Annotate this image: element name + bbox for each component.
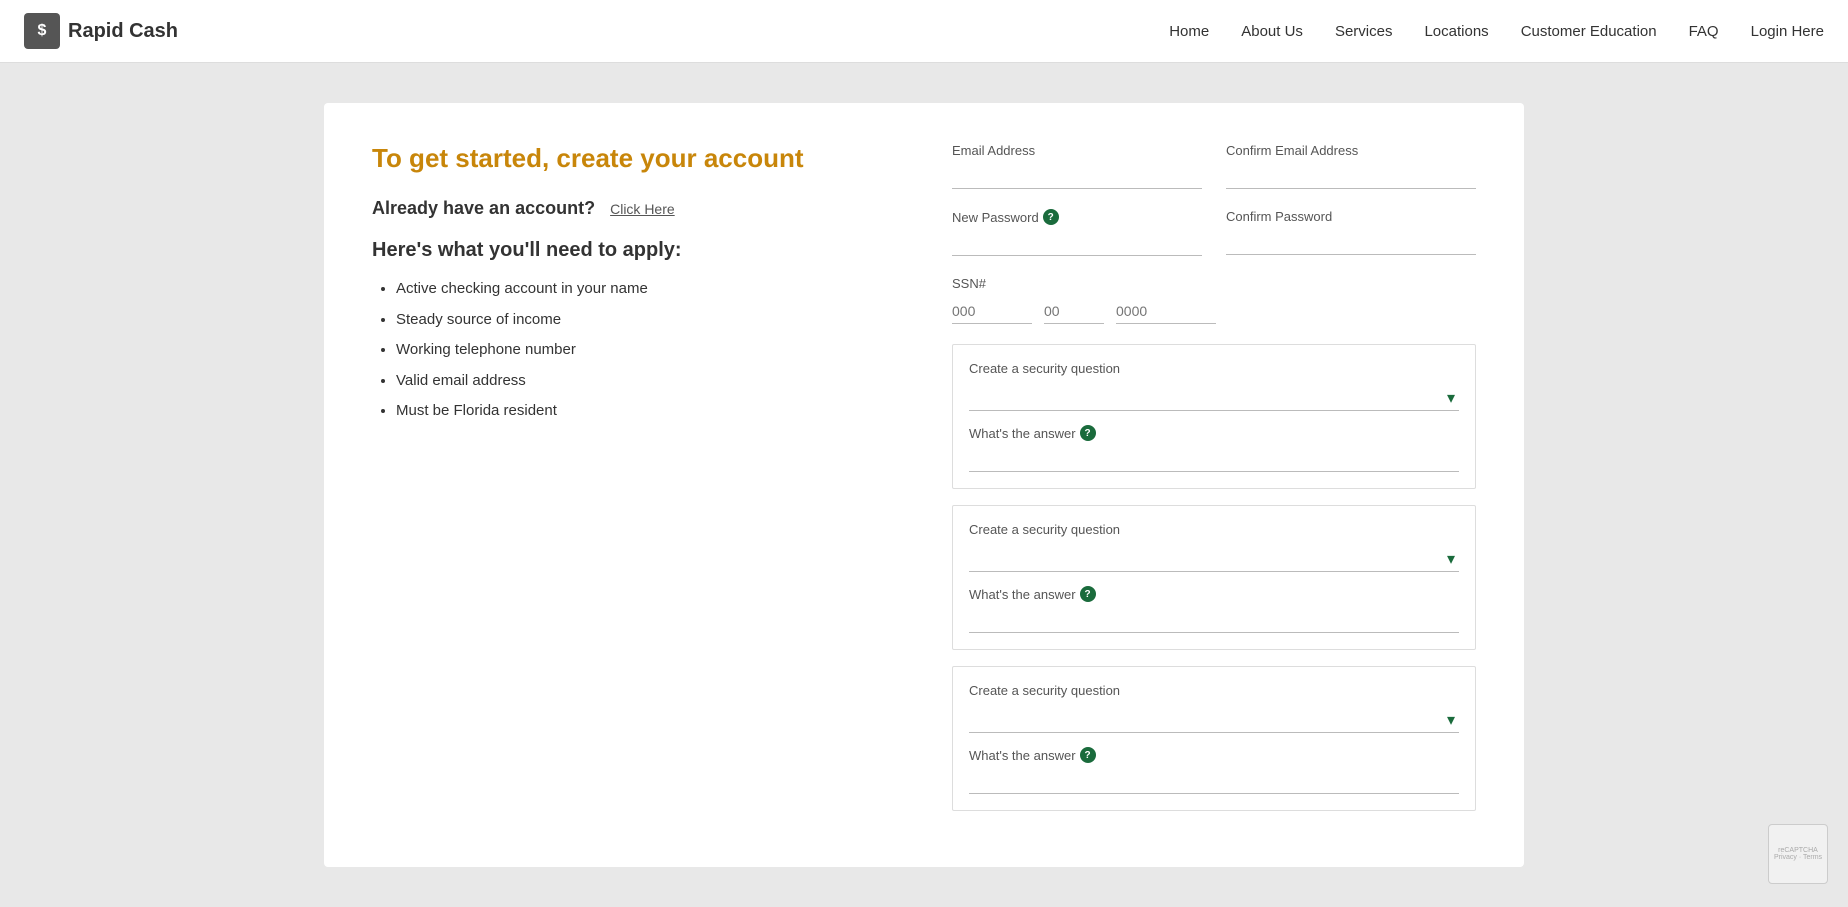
security-block-2: Create a security question What is your … [952,505,1476,650]
requirement-2: Steady source of income [396,309,892,332]
nav-faq[interactable]: FAQ [1689,23,1719,40]
new-password-input[interactable] [952,231,1202,256]
password-row: New Password ? Confirm Password [952,209,1476,256]
answer-input-1[interactable] [969,447,1459,472]
requirement-5: Must be Florida resident [396,400,892,423]
security-select-wrapper-2: What is your mother's maiden name? What … [969,547,1459,572]
security-question-label-2: Create a security question [969,522,1459,537]
confirm-email-group: Confirm Email Address [1226,143,1476,189]
answer-help-icon-1[interactable]: ? [1080,425,1096,441]
security-select-wrapper-3: What is your mother's maiden name? What … [969,708,1459,733]
nav-customer-education[interactable]: Customer Education [1521,23,1657,40]
ssn-inputs [952,299,1476,324]
requirement-1: Active checking account in your name [396,278,892,301]
security-question-label-1: Create a security question [969,361,1459,376]
answer-label-2: What's the answer ? [969,586,1459,602]
right-panel: Email Address Confirm Email Address New … [952,143,1476,827]
security-question-select-2[interactable]: What is your mother's maiden name? What … [969,547,1459,571]
ssn-section: SSN# [952,276,1476,324]
main-content: To get started, create your account Alre… [0,63,1848,907]
ssn-part1-input[interactable] [952,299,1032,324]
logo-text: Rapid Cash [68,20,178,43]
security-block-1: Create a security question What is your … [952,344,1476,489]
answer-label-3: What's the answer ? [969,747,1459,763]
security-block-3: Create a security question What is your … [952,666,1476,811]
ssn-label: SSN# [952,276,1476,291]
security-select-wrapper-1: What is your mother's maiden name? What … [969,386,1459,411]
new-password-group: New Password ? [952,209,1202,256]
confirm-email-label: Confirm Email Address [1226,143,1476,158]
logo-icon: $ [24,13,60,49]
need-label: Here's what you'll need to apply: [372,239,892,262]
nav-services[interactable]: Services [1335,23,1393,40]
logo-area: $ Rapid Cash [24,13,178,49]
page-title: To get started, create your account [372,143,892,174]
answer-input-2[interactable] [969,608,1459,633]
nav-home[interactable]: Home [1169,23,1209,40]
header: $ Rapid Cash Home About Us Services Loca… [0,0,1848,63]
answer-group-2: What's the answer ? [969,586,1459,633]
answer-label-1: What's the answer ? [969,425,1459,441]
answer-group-3: What's the answer ? [969,747,1459,794]
click-here-link[interactable]: Click Here [610,201,675,217]
security-question-select-1[interactable]: What is your mother's maiden name? What … [969,386,1459,410]
have-account-section: Already have an account? Click Here [372,198,892,219]
have-account-label: Already have an account? [372,198,595,218]
nav-login[interactable]: Login Here [1751,23,1824,40]
answer-group-1: What's the answer ? [969,425,1459,472]
new-password-help-icon[interactable]: ? [1043,209,1059,225]
security-question-label-3: Create a security question [969,683,1459,698]
ssn-part3-input[interactable] [1116,299,1216,324]
nav-about-us[interactable]: About Us [1241,23,1303,40]
answer-help-icon-2[interactable]: ? [1080,586,1096,602]
email-row: Email Address Confirm Email Address [952,143,1476,189]
confirm-password-group: Confirm Password [1226,209,1476,256]
confirm-password-input[interactable] [1226,230,1476,255]
ssn-part2-input[interactable] [1044,299,1104,324]
answer-input-3[interactable] [969,769,1459,794]
requirement-3: Working telephone number [396,339,892,362]
main-nav: Home About Us Services Locations Custome… [1169,23,1824,40]
requirement-4: Valid email address [396,370,892,393]
nav-locations[interactable]: Locations [1424,23,1488,40]
email-label: Email Address [952,143,1202,158]
requirements-list: Active checking account in your name Ste… [372,278,892,423]
new-password-label: New Password ? [952,209,1202,225]
confirm-password-label: Confirm Password [1226,209,1476,224]
recaptcha: reCAPTCHAPrivacy · Terms [1768,824,1828,884]
email-input[interactable] [952,164,1202,189]
email-group: Email Address [952,143,1202,189]
left-panel: To get started, create your account Alre… [372,143,892,827]
answer-help-icon-3[interactable]: ? [1080,747,1096,763]
security-question-select-3[interactable]: What is your mother's maiden name? What … [969,708,1459,732]
registration-card: To get started, create your account Alre… [324,103,1524,867]
confirm-email-input[interactable] [1226,164,1476,189]
